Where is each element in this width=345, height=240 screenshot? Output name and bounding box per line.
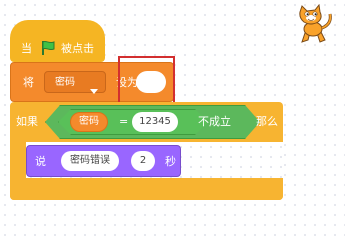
hat-prefix: 当	[21, 42, 32, 55]
not-operator-label: 不成立	[198, 115, 231, 128]
highlight-box	[118, 56, 175, 106]
hat-suffix: 被点击	[61, 42, 94, 55]
say-for-seconds-block[interactable]: 说 密码错误 2 秒	[26, 145, 181, 177]
if-label: 如果	[16, 115, 38, 128]
variable-reporter[interactable]: 密码	[70, 112, 108, 132]
compare-value-input[interactable]: 12345	[132, 112, 178, 132]
chevron-down-icon	[90, 80, 98, 94]
set-label: 将	[23, 76, 34, 89]
seconds-unit-label: 秒	[165, 155, 176, 168]
if-block-bottom-arm	[10, 178, 283, 200]
equals-sign: =	[119, 115, 129, 128]
say-message-input[interactable]: 密码错误	[61, 151, 119, 171]
then-label: 那么	[256, 115, 278, 128]
say-label: 说	[35, 155, 46, 168]
scratch-cat-icon	[292, 3, 336, 48]
say-seconds-input[interactable]: 2	[131, 151, 155, 171]
when-flag-clicked-block[interactable]: 当 被点击	[10, 20, 105, 62]
green-flag-icon	[41, 40, 55, 56]
variable-dropdown[interactable]: 密码	[44, 71, 106, 94]
if-block-left-arm	[10, 142, 26, 180]
variable-dropdown-value: 密码	[55, 77, 75, 88]
